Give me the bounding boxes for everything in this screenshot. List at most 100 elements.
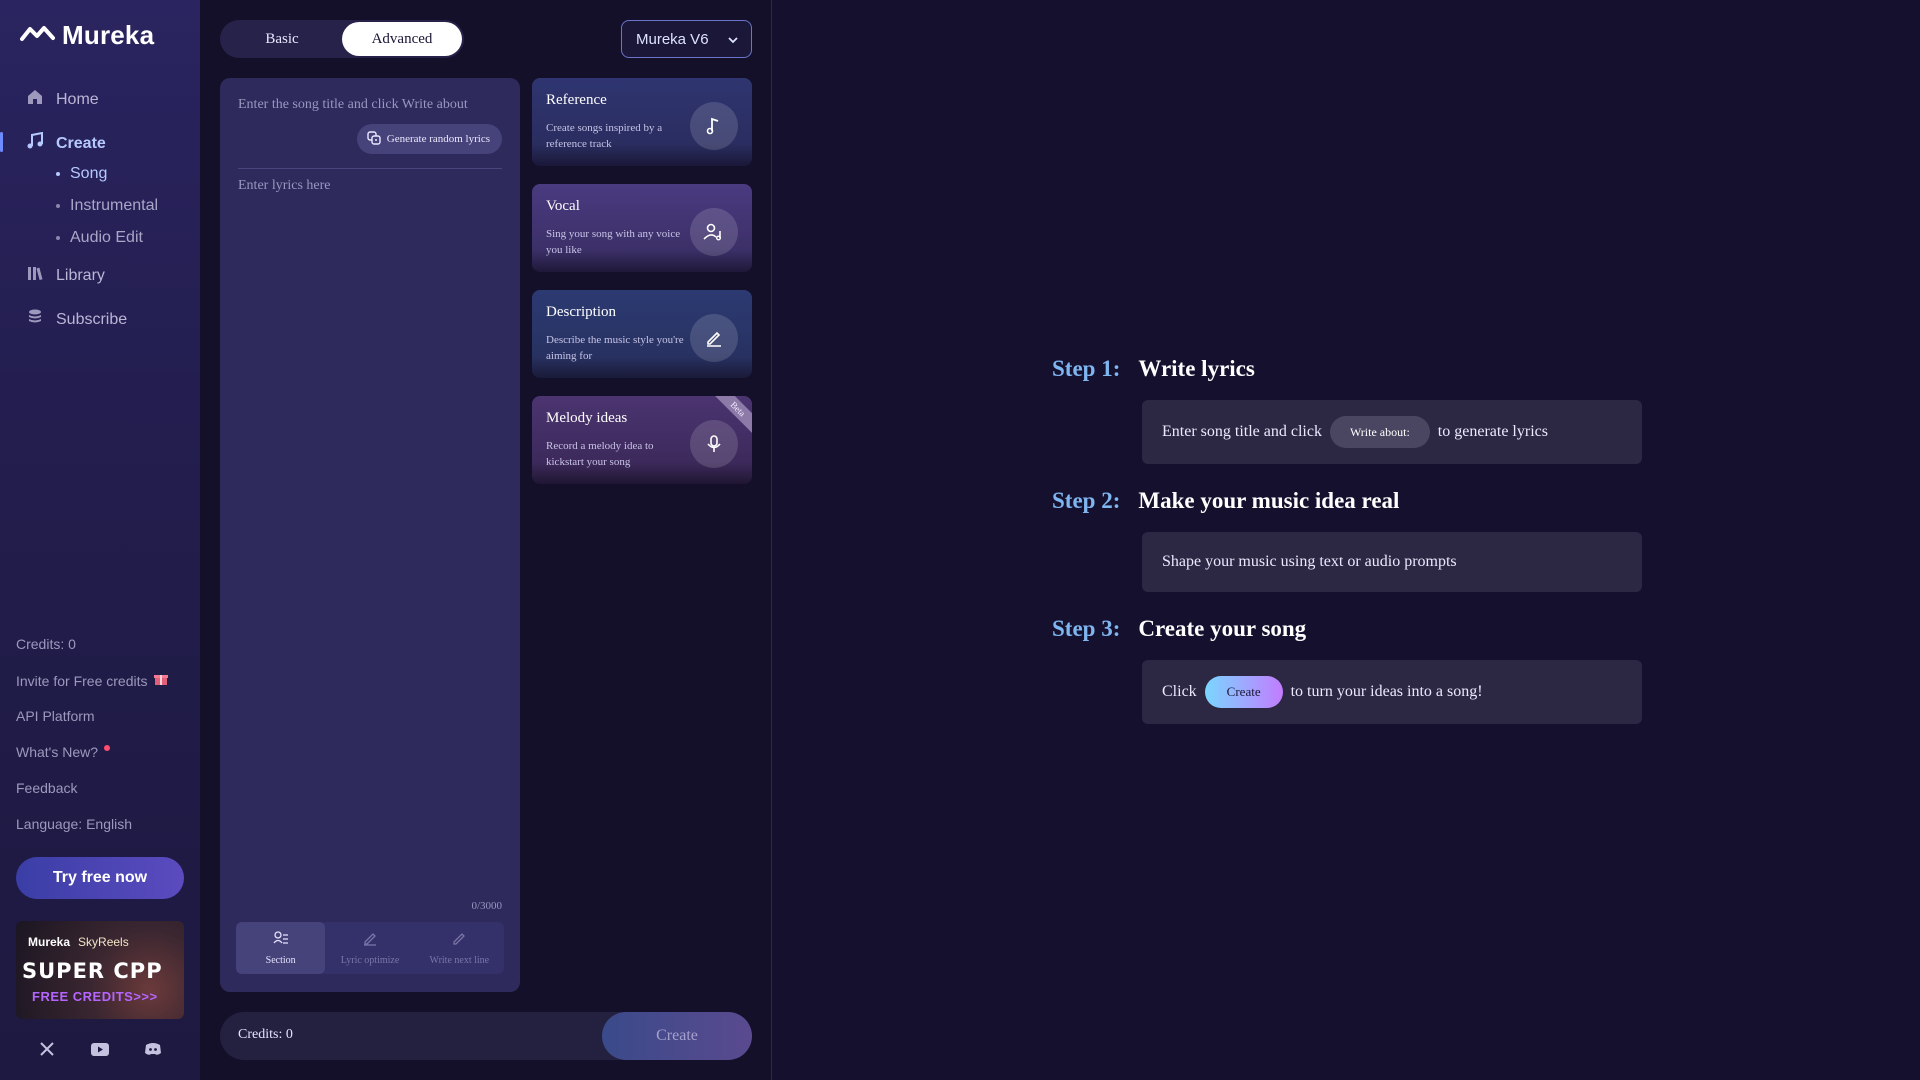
- create-bar: Credits: 0 Create: [220, 1012, 752, 1060]
- step-1-heading: Step 1: Write lyrics: [1052, 356, 1255, 382]
- step-3-number: Step 3:: [1052, 616, 1121, 641]
- step-2-box: Shape your music using text or audio pro…: [1142, 532, 1642, 592]
- generate-random-lyrics-label: Generate random lyrics: [386, 133, 490, 145]
- logo[interactable]: Mureka: [20, 20, 154, 51]
- lyrics-divider: [238, 168, 502, 169]
- nav-home[interactable]: Home: [26, 88, 99, 111]
- tool-lyric-optimize[interactable]: Lyric optimize: [325, 922, 414, 974]
- lyrics-tools: Section Lyric optimize Write next line: [236, 922, 504, 974]
- whats-new-link[interactable]: What's New?: [16, 744, 111, 760]
- nav-create[interactable]: Create: [26, 131, 106, 155]
- promo-brand-mureka: Mureka: [28, 935, 71, 949]
- nav-create-label: Create: [56, 134, 106, 152]
- nav-home-label: Home: [56, 90, 99, 108]
- chevron-down-icon: [727, 33, 739, 50]
- sub-item-instrumental[interactable]: Instrumental: [56, 197, 158, 215]
- sub-item-audio-edit[interactable]: Audio Edit: [56, 229, 143, 247]
- card-vocal-desc: Sing your song with any voice you like: [546, 228, 681, 256]
- bullet-icon: [56, 236, 60, 240]
- card-vocal[interactable]: Vocal Sing your song with any voice you …: [532, 184, 752, 272]
- card-melody-desc: Record a melody idea to kickstart your s…: [546, 440, 654, 468]
- social-links: [0, 1040, 200, 1058]
- home-icon: [26, 88, 44, 111]
- bullet-icon: [56, 204, 60, 208]
- sub-item-label: Song: [70, 165, 108, 182]
- tool-section[interactable]: Section: [236, 922, 326, 974]
- tab-advanced[interactable]: Advanced: [342, 22, 462, 56]
- nav-subscribe-label: Subscribe: [56, 310, 128, 328]
- discord-icon[interactable]: [142, 1040, 164, 1058]
- lyrics-editor: Generate random lyrics 0/3000 Section Ly…: [220, 78, 520, 992]
- step-3-post: to turn your ideas into a song!: [1290, 683, 1483, 700]
- create-pill[interactable]: Create: [1204, 676, 1283, 708]
- library-icon: [26, 264, 44, 287]
- card-vocal-title: Vocal: [546, 198, 580, 214]
- nav-active-indicator: [0, 132, 3, 152]
- model-select-value: Mureka V6: [636, 30, 709, 48]
- card-reference[interactable]: Reference Create songs inspired by a ref…: [532, 78, 752, 166]
- generate-random-lyrics-button[interactable]: Generate random lyrics: [356, 124, 502, 154]
- card-melody-title: Melody ideas: [546, 410, 628, 426]
- write-about-pill[interactable]: Write about:: [1329, 416, 1430, 448]
- create-button[interactable]: Create: [602, 1012, 752, 1060]
- tool-write-next-line[interactable]: Write next line: [415, 922, 504, 974]
- step-3-pre: Click: [1162, 683, 1197, 700]
- card-reference-desc: Create songs inspired by a reference tra…: [546, 122, 663, 150]
- promo-brand-skyreels: SkyReels: [78, 935, 129, 949]
- credits-label: Credits: 0: [16, 636, 76, 652]
- pen-icon: [451, 930, 467, 951]
- tool-lyric-optimize-label: Lyric optimize: [340, 955, 400, 966]
- try-free-button[interactable]: Try free now: [16, 857, 184, 899]
- section-icon: [273, 930, 289, 951]
- tool-section-label: Section: [265, 955, 296, 966]
- feedback-link[interactable]: Feedback: [16, 780, 77, 796]
- api-platform-link[interactable]: API Platform: [16, 708, 95, 724]
- pen-icon: [690, 314, 738, 362]
- notification-dot: [104, 745, 111, 751]
- tool-write-next-line-label: Write next line: [429, 955, 490, 966]
- promo-banner[interactable]: Mureka SkyReels SUPER CPP FREE CREDITS>>…: [16, 921, 184, 1019]
- credits-display: Credits: 0: [238, 1027, 293, 1042]
- character-counter: 0/3000: [471, 900, 502, 912]
- promo-subline: FREE CREDITS>>>: [32, 989, 158, 1004]
- step-1-number: Step 1:: [1052, 356, 1121, 381]
- nav-library-label: Library: [56, 266, 105, 284]
- nav-subscribe[interactable]: Subscribe: [26, 308, 127, 331]
- dice-icon: [367, 130, 381, 148]
- microphone-icon: [690, 420, 738, 468]
- step-2-number: Step 2:: [1052, 488, 1121, 513]
- song-editor-panel: Basic Advanced Mureka V6 Generate random…: [200, 0, 772, 1080]
- promo-headline: SUPER CPP: [22, 959, 163, 983]
- card-description[interactable]: Description Describe the music style you…: [532, 290, 752, 378]
- model-select[interactable]: Mureka V6: [621, 20, 752, 58]
- sub-item-label: Instrumental: [70, 197, 159, 214]
- coins-icon: [26, 308, 44, 331]
- bullet-icon: [56, 172, 60, 176]
- card-melody-ideas[interactable]: Beta Melody ideas Record a melody idea t…: [532, 396, 752, 484]
- step-1-box: Enter song title and click Write about: …: [1142, 400, 1642, 464]
- step-3-title: Create your song: [1138, 616, 1307, 641]
- card-reference-title: Reference: [546, 92, 607, 108]
- x-icon[interactable]: [36, 1040, 58, 1058]
- invite-link-label: Invite for Free credits: [16, 672, 148, 689]
- card-description-title: Description: [546, 304, 616, 320]
- sub-item-song[interactable]: Song: [56, 165, 107, 183]
- lyrics-input[interactable]: [238, 178, 502, 678]
- language-selector[interactable]: Language: English: [16, 816, 132, 832]
- mureka-logo-icon: [20, 23, 56, 48]
- promo-brands: Mureka SkyReels: [28, 935, 129, 949]
- step-2-heading: Step 2: Make your music idea real: [1052, 488, 1399, 514]
- youtube-icon[interactable]: [89, 1040, 111, 1058]
- music-note-icon: [26, 131, 44, 155]
- optimize-pen-icon: [362, 930, 378, 951]
- song-title-input[interactable]: [238, 94, 502, 116]
- invite-link[interactable]: Invite for Free credits: [16, 672, 168, 689]
- whats-new-label: What's New?: [16, 744, 99, 760]
- card-description-desc: Describe the music style you're aiming f…: [546, 334, 684, 362]
- nav-library[interactable]: Library: [26, 264, 105, 287]
- getting-started-guide: Step 1: Write lyrics Enter song title an…: [772, 0, 1920, 1080]
- step-2-title: Make your music idea real: [1138, 488, 1400, 513]
- tab-basic[interactable]: Basic: [222, 22, 342, 56]
- mode-tabs: Basic Advanced: [220, 20, 464, 58]
- step-1-pre: Enter song title and click: [1162, 423, 1322, 440]
